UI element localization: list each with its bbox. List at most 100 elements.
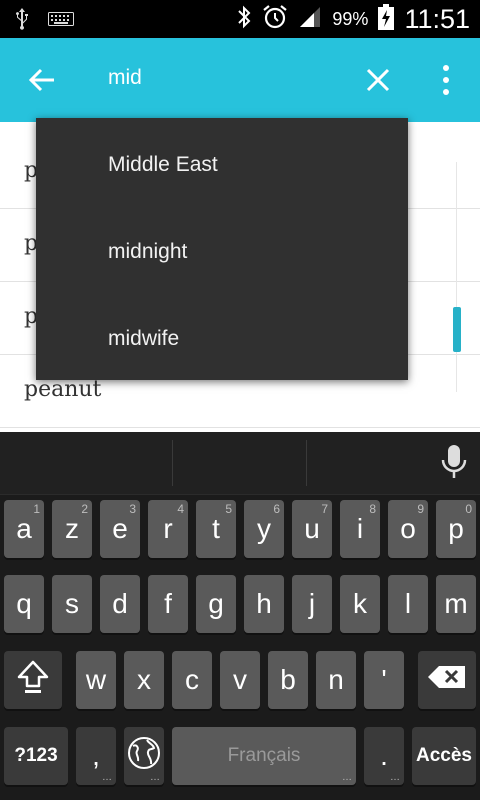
key-u[interactable]: u7: [292, 500, 332, 558]
more-keys-indicator: …: [102, 772, 112, 783]
key-label: j: [308, 588, 316, 619]
suggestion-item[interactable]: Middle East: [36, 120, 408, 207]
key-a[interactable]: a1: [4, 500, 44, 558]
suggestion-label: midnight: [108, 240, 188, 263]
key-label: n: [328, 664, 344, 695]
comma-key[interactable]: ,…: [76, 727, 116, 785]
globe-icon: [127, 736, 161, 777]
close-icon[interactable]: [363, 65, 393, 95]
key-hint: 9: [417, 502, 424, 516]
key-label: ,: [92, 740, 100, 771]
key-label: k: [353, 588, 367, 619]
key-label: i: [356, 513, 364, 544]
more-keys-indicator: …: [390, 772, 400, 783]
key-label: q: [16, 588, 32, 619]
shift-icon: [16, 659, 50, 702]
key-c[interactable]: c: [172, 651, 212, 709]
key-label: w: [85, 664, 107, 695]
key-f[interactable]: f: [148, 575, 188, 633]
key-label: r: [163, 513, 173, 544]
battery-percent: 99%: [332, 8, 369, 29]
more-keys-indicator: …: [342, 772, 352, 783]
alarm-icon: [262, 4, 288, 35]
key-k[interactable]: k: [340, 575, 380, 633]
enter-key[interactable]: Accès: [412, 727, 476, 785]
back-arrow-icon[interactable]: [26, 64, 58, 96]
suggestions-dropdown: Middle East midnight midwife: [36, 118, 408, 380]
key-n[interactable]: n: [316, 651, 356, 709]
key-label: ': [381, 664, 387, 695]
search-input[interactable]: mid: [108, 66, 142, 90]
key-hint: 0: [465, 502, 472, 516]
shift-key[interactable]: [4, 651, 62, 709]
key-o[interactable]: o9: [388, 500, 428, 558]
key-d[interactable]: d: [100, 575, 140, 633]
keyboard-icon: [48, 12, 74, 31]
key-label: g: [208, 588, 224, 619]
key-y[interactable]: y6: [244, 500, 284, 558]
key-apostrophe[interactable]: ': [364, 651, 404, 709]
key-i[interactable]: i8: [340, 500, 380, 558]
key-t[interactable]: t5: [196, 500, 236, 558]
clock: 11:51: [404, 3, 470, 34]
scrollbar-thumb[interactable]: [453, 307, 461, 352]
period-key[interactable]: .…: [364, 727, 404, 785]
bluetooth-icon: [236, 5, 252, 34]
suggestion-item[interactable]: midwife: [36, 294, 408, 381]
key-hint: 1: [33, 502, 40, 516]
key-label: Accès: [416, 745, 472, 766]
divider: [172, 440, 173, 486]
key-label: l: [404, 588, 412, 619]
signal-icon: [298, 5, 322, 34]
space-bar[interactable]: Français …: [172, 727, 356, 785]
key-j[interactable]: j: [292, 575, 332, 633]
status-bar: 99% 11:51: [0, 0, 480, 38]
key-hint: 5: [225, 502, 232, 516]
overflow-menu-icon[interactable]: [436, 62, 456, 98]
key-hint: 4: [177, 502, 184, 516]
symbols-key[interactable]: ?123: [4, 727, 68, 785]
key-label: Français: [227, 745, 301, 766]
key-w[interactable]: w: [76, 651, 116, 709]
key-p[interactable]: p0: [436, 500, 476, 558]
key-label: x: [137, 664, 151, 695]
key-l[interactable]: l: [388, 575, 428, 633]
key-label: .: [380, 740, 388, 771]
key-m[interactable]: m: [436, 575, 476, 633]
key-hint: 3: [129, 502, 136, 516]
key-v[interactable]: v: [220, 651, 260, 709]
key-label: y: [257, 513, 271, 544]
key-label: t: [212, 513, 220, 544]
key-label: b: [280, 664, 296, 695]
key-x[interactable]: x: [124, 651, 164, 709]
key-label: h: [256, 588, 272, 619]
microphone-icon[interactable]: [440, 444, 468, 482]
key-r[interactable]: r4: [148, 500, 188, 558]
key-hint: 7: [321, 502, 328, 516]
key-z[interactable]: z2: [52, 500, 92, 558]
key-label: p: [448, 513, 464, 544]
suggestion-item[interactable]: midnight: [36, 207, 408, 294]
divider: [456, 162, 457, 392]
more-keys-indicator: …: [150, 772, 160, 783]
key-b[interactable]: b: [268, 651, 308, 709]
key-s[interactable]: s: [52, 575, 92, 633]
key-g[interactable]: g: [196, 575, 236, 633]
key-label: v: [233, 664, 247, 695]
suggestion-strip: [0, 432, 480, 495]
key-hint: 8: [369, 502, 376, 516]
backspace-icon: [427, 664, 467, 696]
backspace-key[interactable]: [418, 651, 476, 709]
suggestion-label: Middle East: [108, 153, 218, 176]
language-key[interactable]: …: [124, 727, 164, 785]
soft-keyboard: a1 z2 e3 r4 t5 y6 u7 i8 o9 p0 q s d f g …: [0, 432, 480, 800]
usb-icon: [14, 8, 30, 35]
key-q[interactable]: q: [4, 575, 44, 633]
key-e[interactable]: e3: [100, 500, 140, 558]
key-h[interactable]: h: [244, 575, 284, 633]
key-label: s: [65, 588, 79, 619]
key-hint: 2: [81, 502, 88, 516]
key-label: o: [400, 513, 416, 544]
key-label: u: [304, 513, 320, 544]
key-label: c: [185, 664, 199, 695]
